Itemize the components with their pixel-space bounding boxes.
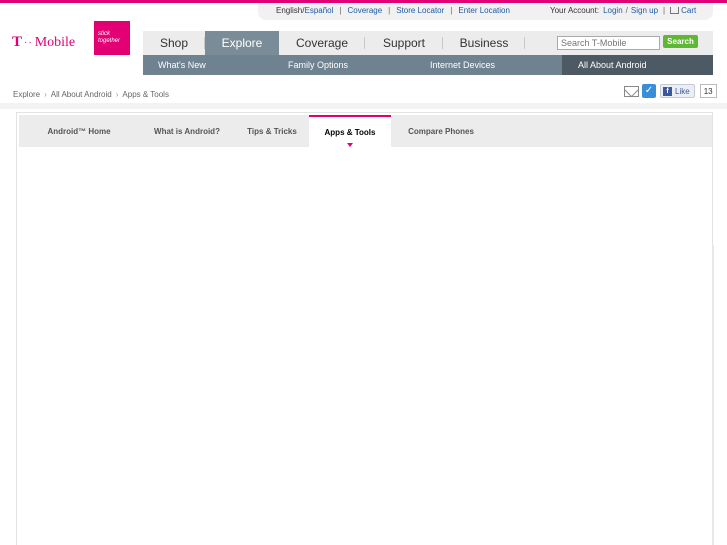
subnav-all-about-android[interactable]: All About Android xyxy=(562,55,713,75)
twitter-share-icon[interactable]: ✓ xyxy=(642,84,656,98)
nav-support[interactable]: Support xyxy=(365,31,443,55)
signup-link[interactable]: Sign up xyxy=(631,6,658,15)
breadcrumb-explore[interactable]: Explore xyxy=(13,90,40,99)
main-navigation: Shop Explore Coverage Support Business S… xyxy=(143,31,713,55)
breadcrumb: Explore › All About Android › Apps & Too… xyxy=(13,90,169,99)
login-link[interactable]: Login xyxy=(603,6,623,15)
account-label: Your Account: xyxy=(550,6,600,15)
nav-business[interactable]: Business xyxy=(443,31,525,55)
like-count: 13 xyxy=(699,84,717,98)
logo-wordmark: Mobile xyxy=(34,34,76,50)
utility-links: English / Español | Coverage | Store Locat… xyxy=(276,6,510,15)
tab-compare-phones[interactable]: Compare Phones xyxy=(391,115,491,147)
section-divider xyxy=(0,103,727,109)
sub-navigation: What's New Family Options Internet Devic… xyxy=(143,55,713,75)
tab-android-home[interactable]: Android™ Home xyxy=(19,115,139,147)
subnav-whats-new[interactable]: What's New xyxy=(143,55,260,75)
breadcrumb-separator-icon: › xyxy=(44,90,47,99)
nav-explore[interactable]: Explore xyxy=(205,31,279,55)
nav-coverage[interactable]: Coverage xyxy=(279,31,365,55)
coverage-link[interactable]: Coverage xyxy=(347,6,382,15)
stick-together-badge: stick together xyxy=(94,21,130,55)
search-input[interactable] xyxy=(557,36,660,50)
logo-dots: ·· xyxy=(24,37,33,48)
scroll-edge xyxy=(712,245,714,545)
language-english-link[interactable]: English xyxy=(276,6,302,15)
cart-icon[interactable] xyxy=(670,7,680,14)
enter-location-link[interactable]: Enter Location xyxy=(458,6,510,15)
social-share: ✓ f Like 13 xyxy=(624,84,717,98)
nav-shop[interactable]: Shop xyxy=(143,31,205,55)
email-share-icon[interactable] xyxy=(624,85,639,97)
tmobile-logo[interactable]: T ·· Mobile stick together xyxy=(12,21,130,55)
language-spanish-link[interactable]: Español xyxy=(304,6,333,15)
account-links: Your Account: Login / Sign up | Cart xyxy=(550,6,697,15)
facebook-icon: f xyxy=(663,86,672,96)
search-button[interactable]: Search xyxy=(663,35,698,48)
utility-bar: English / Español | Coverage | Store Locat… xyxy=(258,3,713,20)
subnav-internet-devices[interactable]: Internet Devices xyxy=(400,55,562,75)
tab-apps-tools[interactable]: Apps & Tools xyxy=(309,115,391,147)
tab-tips-tricks[interactable]: Tips & Tricks xyxy=(235,115,309,147)
subnav-family-options[interactable]: Family Options xyxy=(260,55,400,75)
logo-t-mark: T xyxy=(12,34,23,50)
content-panel: Android™ Home What is Android? Tips & Tr… xyxy=(16,112,713,545)
tab-what-is-android[interactable]: What is Android? xyxy=(139,115,235,147)
facebook-like-button[interactable]: f Like xyxy=(660,84,695,98)
cart-link[interactable]: Cart xyxy=(681,6,696,15)
active-tab-indicator-icon xyxy=(347,143,353,147)
breadcrumb-all-about-android[interactable]: All About Android xyxy=(51,90,112,99)
store-locator-link[interactable]: Store Locator xyxy=(396,6,444,15)
android-tabs: Android™ Home What is Android? Tips & Tr… xyxy=(19,115,712,147)
breadcrumb-separator-icon: › xyxy=(115,90,119,99)
breadcrumb-current: Apps & Tools xyxy=(122,90,169,99)
